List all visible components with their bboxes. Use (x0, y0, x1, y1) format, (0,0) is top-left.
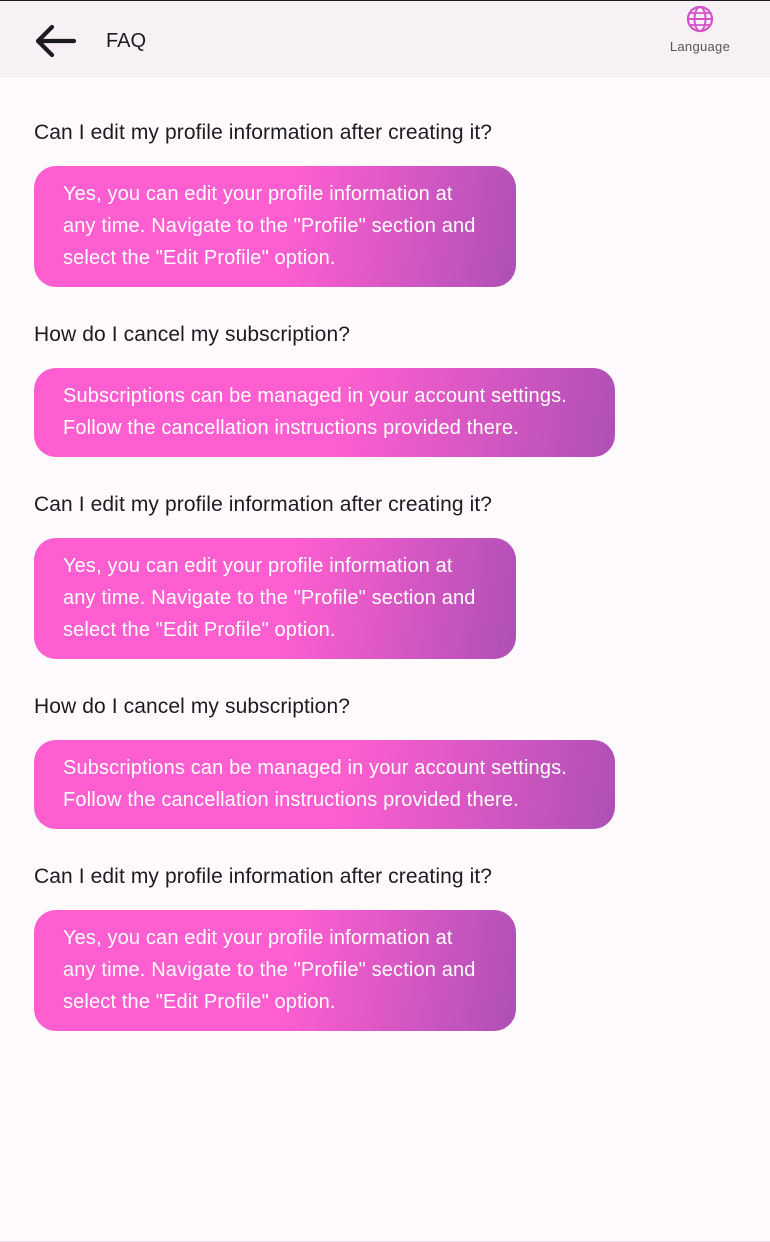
faq-answer-bubble: Yes, you can edit your profile informati… (34, 910, 516, 1031)
faq-answer-bubble: Subscriptions can be managed in your acc… (34, 368, 615, 457)
page-title: FAQ (106, 30, 147, 52)
arrow-left-icon (35, 24, 77, 58)
faq-question: Can I edit my profile information after … (34, 493, 493, 516)
faq-answer-bubble: Yes, you can edit your profile informati… (34, 538, 516, 659)
faq-item: How do I cancel my subscription? Subscri… (34, 692, 734, 829)
faq-item: How do I cancel my subscription? Subscri… (34, 320, 734, 457)
faq-answer-bubble: Subscriptions can be managed in your acc… (34, 740, 615, 829)
language-label: Language (669, 39, 731, 54)
faq-question: Can I edit my profile information after … (34, 121, 493, 144)
globe-icon (686, 5, 714, 33)
faq-item: Can I edit my profile information after … (34, 118, 734, 287)
faq-answer-bubble: Yes, you can edit your profile informati… (34, 166, 516, 287)
app-bar: FAQ Language (0, 1, 770, 78)
language-button[interactable]: Language (656, 3, 744, 63)
faq-item: Can I edit my profile information after … (34, 490, 734, 659)
faq-question: How do I cancel my subscription? (34, 695, 351, 718)
back-button[interactable] (28, 17, 82, 65)
faq-question: How do I cancel my subscription? (34, 323, 351, 346)
faq-list: Can I edit my profile information after … (34, 118, 734, 1064)
faq-item: Can I edit my profile information after … (34, 862, 734, 1031)
faq-question: Can I edit my profile information after … (34, 865, 493, 888)
